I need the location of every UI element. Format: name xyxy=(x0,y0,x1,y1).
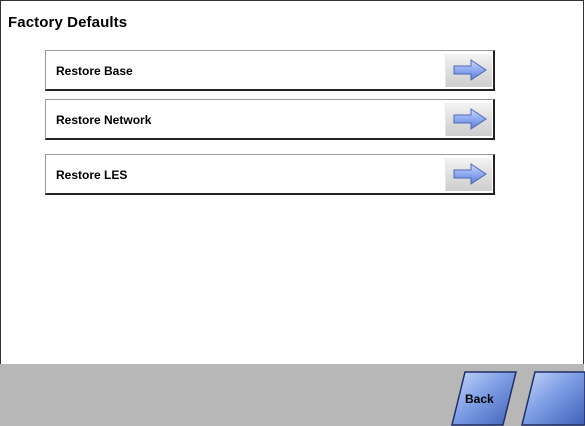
page-title: Factory Defaults xyxy=(8,14,128,31)
back-button[interactable]: Back xyxy=(451,371,517,426)
restore-network-button[interactable]: Restore Network xyxy=(45,99,495,140)
next-button[interactable] xyxy=(521,371,585,426)
arrow-right-icon xyxy=(445,103,492,136)
main-screen: Factory Defaults Restore Base Restore Ne… xyxy=(0,0,584,425)
arrow-right-icon xyxy=(445,158,492,191)
restore-les-label: Restore LES xyxy=(56,168,128,182)
arrow-right-icon xyxy=(445,54,492,87)
restore-network-label: Restore Network xyxy=(56,113,152,127)
back-button-label: Back xyxy=(465,392,494,406)
restore-les-button[interactable]: Restore LES xyxy=(45,154,495,195)
restore-base-label: Restore Base xyxy=(56,64,133,78)
restore-base-button[interactable]: Restore Base xyxy=(45,50,495,91)
